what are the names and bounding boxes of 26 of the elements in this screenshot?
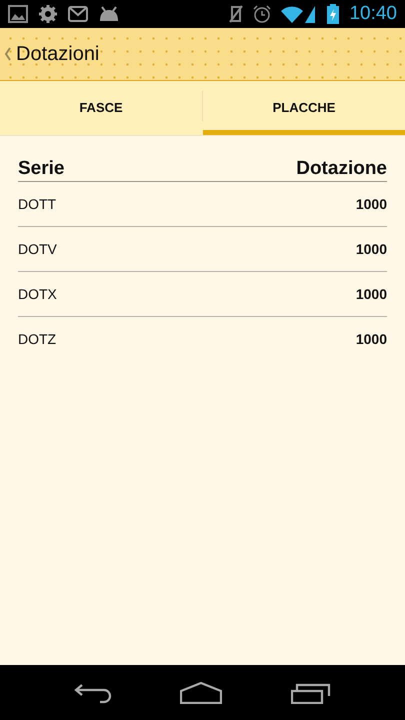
mail-icon [68, 6, 88, 22]
picture-icon [8, 5, 28, 23]
status-time: 10:40 [349, 3, 397, 25]
table-cell: 1000 [356, 331, 387, 347]
robot-icon [98, 6, 120, 22]
table-cell: DOTZ [18, 331, 56, 347]
table-cell: DOTV [18, 241, 57, 257]
tab[interactable]: PLACCHE [203, 81, 405, 135]
home-icon[interactable] [180, 682, 222, 704]
recent-apps-icon[interactable] [290, 682, 331, 704]
back-chevron-icon[interactable] [4, 47, 12, 61]
back-arrow-icon[interactable] [74, 682, 112, 704]
table-cell: 1000 [356, 196, 387, 212]
gear-icon [38, 4, 58, 24]
screen-title: Dotazioni [16, 42, 100, 66]
alarm-icon [253, 5, 272, 23]
wifi-signal-icon [281, 4, 318, 24]
tab[interactable]: FASCE [0, 81, 202, 135]
table-cell: DOTT [18, 196, 56, 212]
table-cell: 1000 [356, 286, 387, 302]
muted-vibrate-icon [229, 5, 244, 23]
table-cell: 1000 [356, 241, 387, 257]
table-cell: DOTX [18, 286, 57, 302]
column-header: Serie [18, 158, 64, 180]
battery-icon [327, 4, 340, 24]
column-header: Dotazione [296, 158, 387, 180]
